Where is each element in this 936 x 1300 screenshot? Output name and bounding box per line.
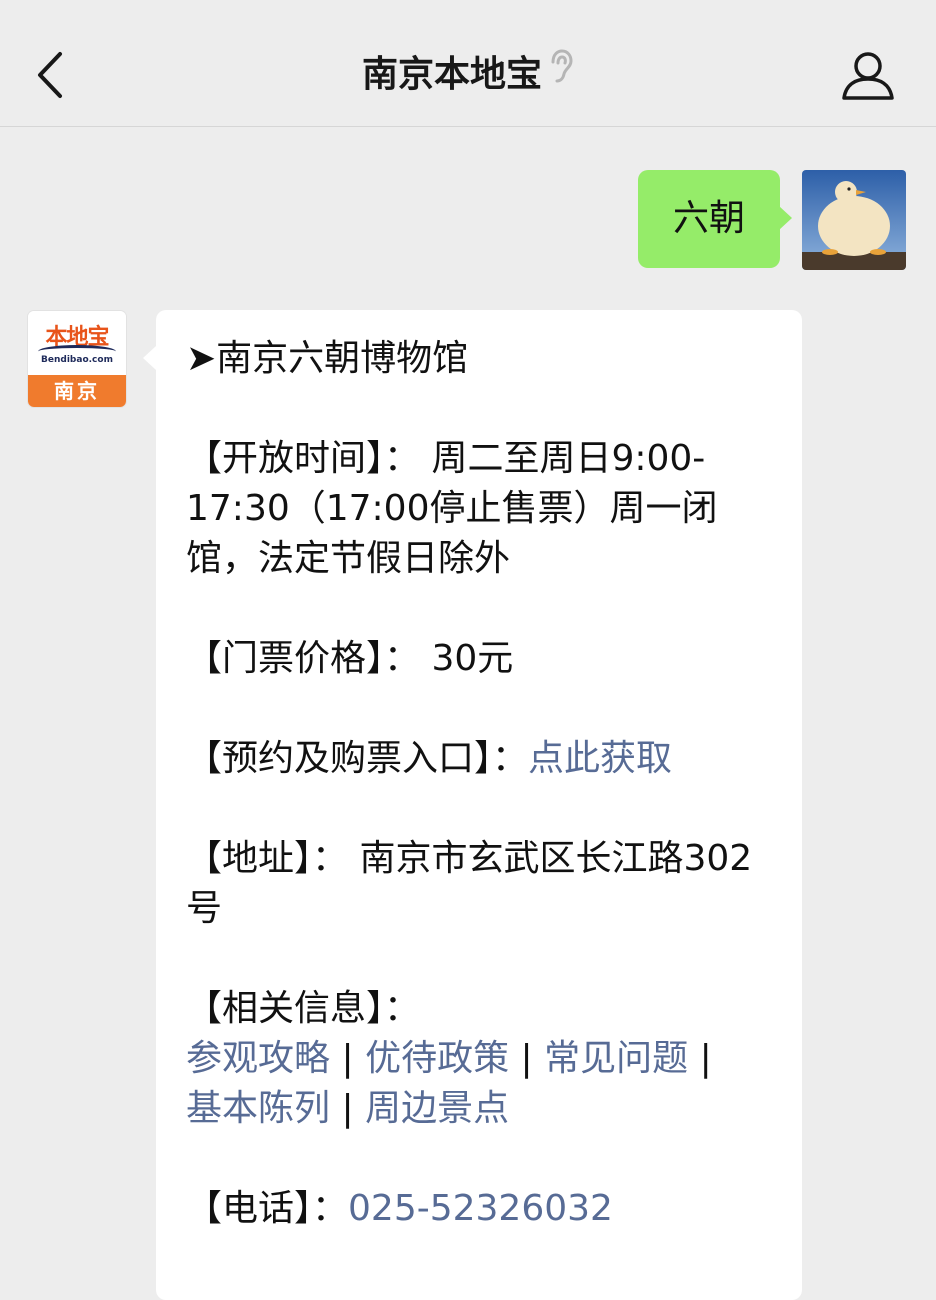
- incoming-message-bubble: ➤南京六朝博物馆 【开放时间】： 周二至周日9:00-17:30（17:00停止…: [143, 310, 802, 1300]
- address-label: 【地址】：: [186, 838, 349, 879]
- chat-title-area: 南京本地宝: [0, 48, 936, 101]
- ear-icon: [548, 48, 574, 98]
- outgoing-message-text: 六朝: [672, 198, 745, 239]
- price-label: 【门票价格】：: [186, 638, 421, 679]
- duck-avatar-image: [802, 170, 906, 270]
- hours-label: 【开放时间】：: [186, 438, 421, 479]
- logo-domain-text: Bendibao.com: [41, 355, 113, 365]
- link-separator: |: [699, 1038, 712, 1079]
- booking-entry: 【预约及购票入口】：点此获取: [186, 734, 772, 784]
- user-avatar[interactable]: [802, 170, 906, 270]
- link-visit-guide[interactable]: 参观攻略: [186, 1038, 330, 1079]
- booking-label: 【预约及购票入口】：: [186, 738, 529, 779]
- bendibao-logo: 本地宝 Bendibao.com: [28, 311, 126, 377]
- account-avatar[interactable]: 本地宝 Bendibao.com 南京: [28, 311, 126, 407]
- price-value: 30元: [431, 638, 514, 679]
- related-info-links: 参观攻略 | 优待政策 | 常见问题 | 基本陈列 | 周边景点: [186, 1034, 772, 1134]
- link-separator: |: [341, 1038, 354, 1079]
- link-nearby-attractions[interactable]: 周边景点: [365, 1088, 509, 1129]
- link-separator: |: [341, 1088, 354, 1129]
- link-faq[interactable]: 常见问题: [544, 1038, 688, 1079]
- chat-header: 南京本地宝: [0, 0, 936, 127]
- link-discount-policy[interactable]: 优待政策: [365, 1038, 509, 1079]
- person-icon: [842, 52, 894, 100]
- ticket-price: 【门票价格】： 30元: [186, 634, 772, 684]
- link-basic-exhibition[interactable]: 基本陈列: [186, 1088, 330, 1129]
- address: 【地址】： 南京市玄武区长江路302号: [186, 834, 772, 934]
- profile-button[interactable]: [840, 50, 896, 102]
- chat-title: 南京本地宝: [361, 54, 542, 95]
- outgoing-message-bubble[interactable]: 六朝: [638, 170, 792, 268]
- opening-hours: 【开放时间】： 周二至周日9:00-17:30（17:00停止售票）周一闭馆，法…: [186, 434, 772, 584]
- museum-heading: ➤南京六朝博物馆: [186, 338, 469, 379]
- phone-label: 【电话】：: [186, 1188, 349, 1229]
- phone: 【电话】：025-52326032: [186, 1184, 772, 1234]
- phone-link[interactable]: 025-52326032: [348, 1188, 613, 1229]
- booking-link[interactable]: 点此获取: [528, 738, 672, 779]
- link-separator: |: [520, 1038, 533, 1079]
- related-info-label: 【相关信息】：: [186, 988, 421, 1029]
- logo-city-text: 南京: [28, 375, 126, 407]
